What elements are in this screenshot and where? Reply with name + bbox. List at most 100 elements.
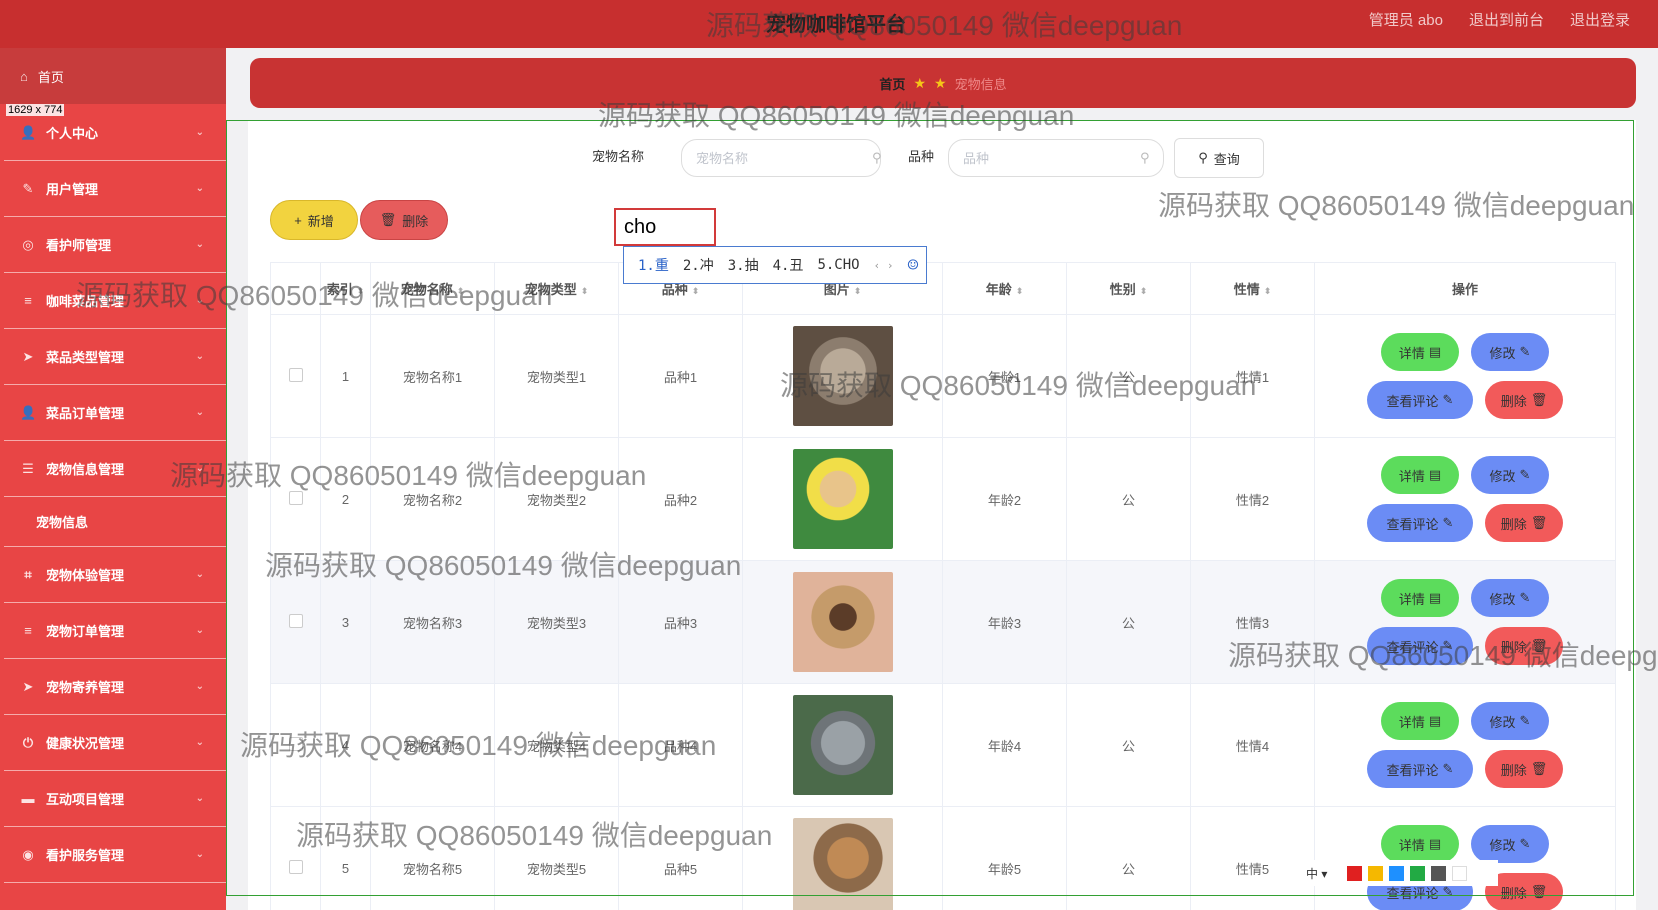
index-cell: 4 — [320, 683, 371, 807]
sidebar-item[interactable]: ▬ 互动项目管理 ⌄ — [4, 771, 226, 827]
ime-candidate[interactable]: 2.冲 — [683, 255, 714, 275]
color-swatch[interactable] — [1410, 865, 1426, 881]
emoji-icon[interactable]: ☺ — [907, 255, 918, 276]
gender-cell: 公 — [1066, 683, 1191, 807]
view-reviews-button[interactable]: 查看评论 ✎ — [1367, 627, 1473, 665]
pet-name-search-input[interactable] — [681, 139, 881, 177]
admin-user-link[interactable]: 管理员 abo — [1369, 9, 1443, 30]
sort-icon: ⬍ — [1015, 286, 1024, 296]
age-cell: 年龄2 — [942, 437, 1067, 561]
query-button[interactable]: ⚲ 查询 — [1174, 138, 1264, 178]
sidebar-item-label: 菜品类型管理 — [46, 350, 125, 365]
ime-candidate[interactable]: 3.抽 — [728, 255, 759, 275]
sidebar-item[interactable]: ➤ 宠物寄养管理 ⌄ — [4, 659, 226, 715]
ime-page-arrows-icon[interactable]: ‹ › — [874, 259, 894, 272]
detail-button[interactable]: 详情 ▤ — [1381, 702, 1459, 740]
sidebar-item-label: 用户管理 — [46, 182, 99, 197]
sidebar-item[interactable]: ≡ 宠物订单管理 ⌄ — [4, 603, 226, 659]
edit-button[interactable]: 修改 ✎ — [1471, 333, 1549, 371]
chevron-down-icon: ⌄ — [195, 127, 204, 138]
sidebar-item[interactable]: ☰ 宠物信息管理 ⌄ — [4, 441, 226, 497]
color-swatch[interactable] — [1452, 865, 1468, 881]
sidebar-item[interactable]: ⏻ 健康状况管理 ⌄ — [4, 715, 226, 771]
sidebar-item[interactable]: ◉ 看护服务管理 ⌄ — [4, 827, 226, 883]
delete-row-button[interactable]: 删除 🗑 — [1485, 750, 1563, 788]
detail-button[interactable]: 详情 ▤ — [1381, 333, 1459, 371]
document-icon: ▤ — [1428, 836, 1442, 851]
detail-button[interactable]: 详情 ▤ — [1381, 825, 1459, 863]
column-header[interactable]: 索引 ⬍ — [320, 262, 371, 315]
sidebar-item[interactable]: ◎ 看护师管理 ⌄ — [4, 217, 226, 273]
index-cell: 3 — [320, 560, 371, 684]
column-header[interactable]: 宠物名称 ⬍ — [370, 262, 495, 315]
sidebar-item[interactable]: ➤ 菜品类型管理 ⌄ — [4, 329, 226, 385]
ime-candidate[interactable]: 1.重 — [638, 255, 669, 275]
chevron-down-icon: ⌄ — [195, 681, 204, 692]
star-icon: ★ — [913, 74, 926, 91]
sidebar-item[interactable]: 👤 菜品订单管理 ⌄ — [4, 385, 226, 441]
gender-cell: 公 — [1066, 437, 1191, 561]
sidebar-item[interactable]: ⌗ 宠物体验管理 ⌄ — [4, 547, 226, 603]
table-row: 4 宠物名称4 宠物类型4 品种4 年龄4 公性情4 详情 ▤ 修改 ✎ 查看评论 ✎ 删除 🗑 — [270, 683, 1616, 807]
detail-button[interactable]: 详情 ▤ — [1381, 456, 1459, 494]
column-header[interactable]: 宠物类型 ⬍ — [494, 262, 619, 315]
row-checkbox[interactable] — [288, 490, 303, 505]
home-icon: ⌂ — [20, 68, 28, 84]
sidebar-item[interactable]: 👤 个人中心 ⌄ — [4, 105, 226, 161]
back-to-frontend-link[interactable]: 退出到前台 — [1469, 9, 1544, 30]
batch-delete-button[interactable]: 🗑 删除 — [360, 200, 448, 240]
edit-button[interactable]: 修改 ✎ — [1471, 702, 1549, 740]
sort-icon: ⬍ — [356, 286, 365, 296]
view-reviews-button[interactable]: 查看评论 ✎ — [1367, 504, 1473, 542]
breadcrumb-current: 宠物信息 — [954, 76, 1007, 92]
column-header[interactable]: 性别 ⬍ — [1066, 262, 1191, 315]
add-button[interactable]: + 新增 — [270, 200, 358, 240]
color-swatch[interactable] — [1368, 865, 1384, 881]
column-header[interactable]: 年龄 ⬍ — [942, 262, 1067, 315]
breed-cell: 品种1 — [618, 314, 743, 438]
pet-photo — [792, 326, 893, 426]
sort-icon: ⬍ — [456, 286, 465, 296]
pet-photo — [792, 449, 893, 549]
sidebar-item-home[interactable]: ⌂ 首页 — [0, 48, 226, 104]
row-checkbox[interactable] — [288, 736, 303, 751]
color-swatch[interactable] — [1347, 865, 1363, 881]
pencil-icon: ✎ — [1442, 515, 1454, 530]
view-reviews-button[interactable]: 查看评论 ✎ — [1367, 750, 1473, 788]
sidebar-item-label: 健康状况管理 — [46, 736, 125, 751]
logout-link[interactable]: 退出登录 — [1570, 9, 1630, 30]
color-swatch[interactable] — [1431, 865, 1447, 881]
row-checkbox[interactable] — [288, 613, 303, 628]
breadcrumb-home[interactable]: 首页 — [879, 74, 905, 93]
edit-button[interactable]: 修改 ✎ — [1471, 825, 1549, 863]
delete-row-button[interactable]: 删除 🗑 — [1485, 627, 1563, 665]
delete-row-button[interactable]: 删除 🗑 — [1485, 381, 1563, 419]
person-icon: 👤 — [20, 124, 37, 140]
pet-name-cell: 宠物名称2 — [370, 437, 495, 561]
breed-search-input[interactable] — [948, 139, 1164, 177]
add-button-label: 新增 — [307, 213, 334, 229]
pet-name-cell: 宠物名称5 — [370, 806, 495, 910]
delete-row-button[interactable]: 删除 🗑 — [1485, 504, 1563, 542]
ime-candidate[interactable]: 4.丑 — [773, 255, 804, 275]
document-icon: ▤ — [1428, 590, 1442, 605]
sidebar-item[interactable]: ✎ 用户管理 ⌄ — [4, 161, 226, 217]
sidebar-subitem-pet-info[interactable]: 宠物信息 — [4, 497, 226, 547]
row-checkbox[interactable] — [288, 367, 303, 382]
row-checkbox[interactable] — [288, 859, 303, 874]
ime-candidate[interactable]: 5.CHO — [817, 257, 859, 273]
edit-button[interactable]: 修改 ✎ — [1471, 456, 1549, 494]
star-icon: ★ — [934, 74, 947, 91]
chevron-down-icon: ⌄ — [195, 569, 204, 580]
ime-language-toggle[interactable]: 中 ▾ — [1306, 865, 1327, 882]
trash-icon: 🗑 — [1530, 761, 1548, 776]
pet-type-cell: 宠物类型2 — [494, 437, 619, 561]
column-header[interactable]: 性情 ⬍ — [1190, 262, 1315, 315]
detail-button[interactable]: 详情 ▤ — [1381, 579, 1459, 617]
edit-button[interactable]: 修改 ✎ — [1471, 579, 1549, 617]
sidebar-item[interactable]: ≡ 咖啡菜品管理 ⌄ — [4, 273, 226, 329]
caretaker-icon: ◎ — [22, 236, 34, 252]
row-select-cell — [270, 314, 321, 438]
color-swatch[interactable] — [1389, 865, 1405, 881]
view-reviews-button[interactable]: 查看评论 ✎ — [1367, 381, 1473, 419]
